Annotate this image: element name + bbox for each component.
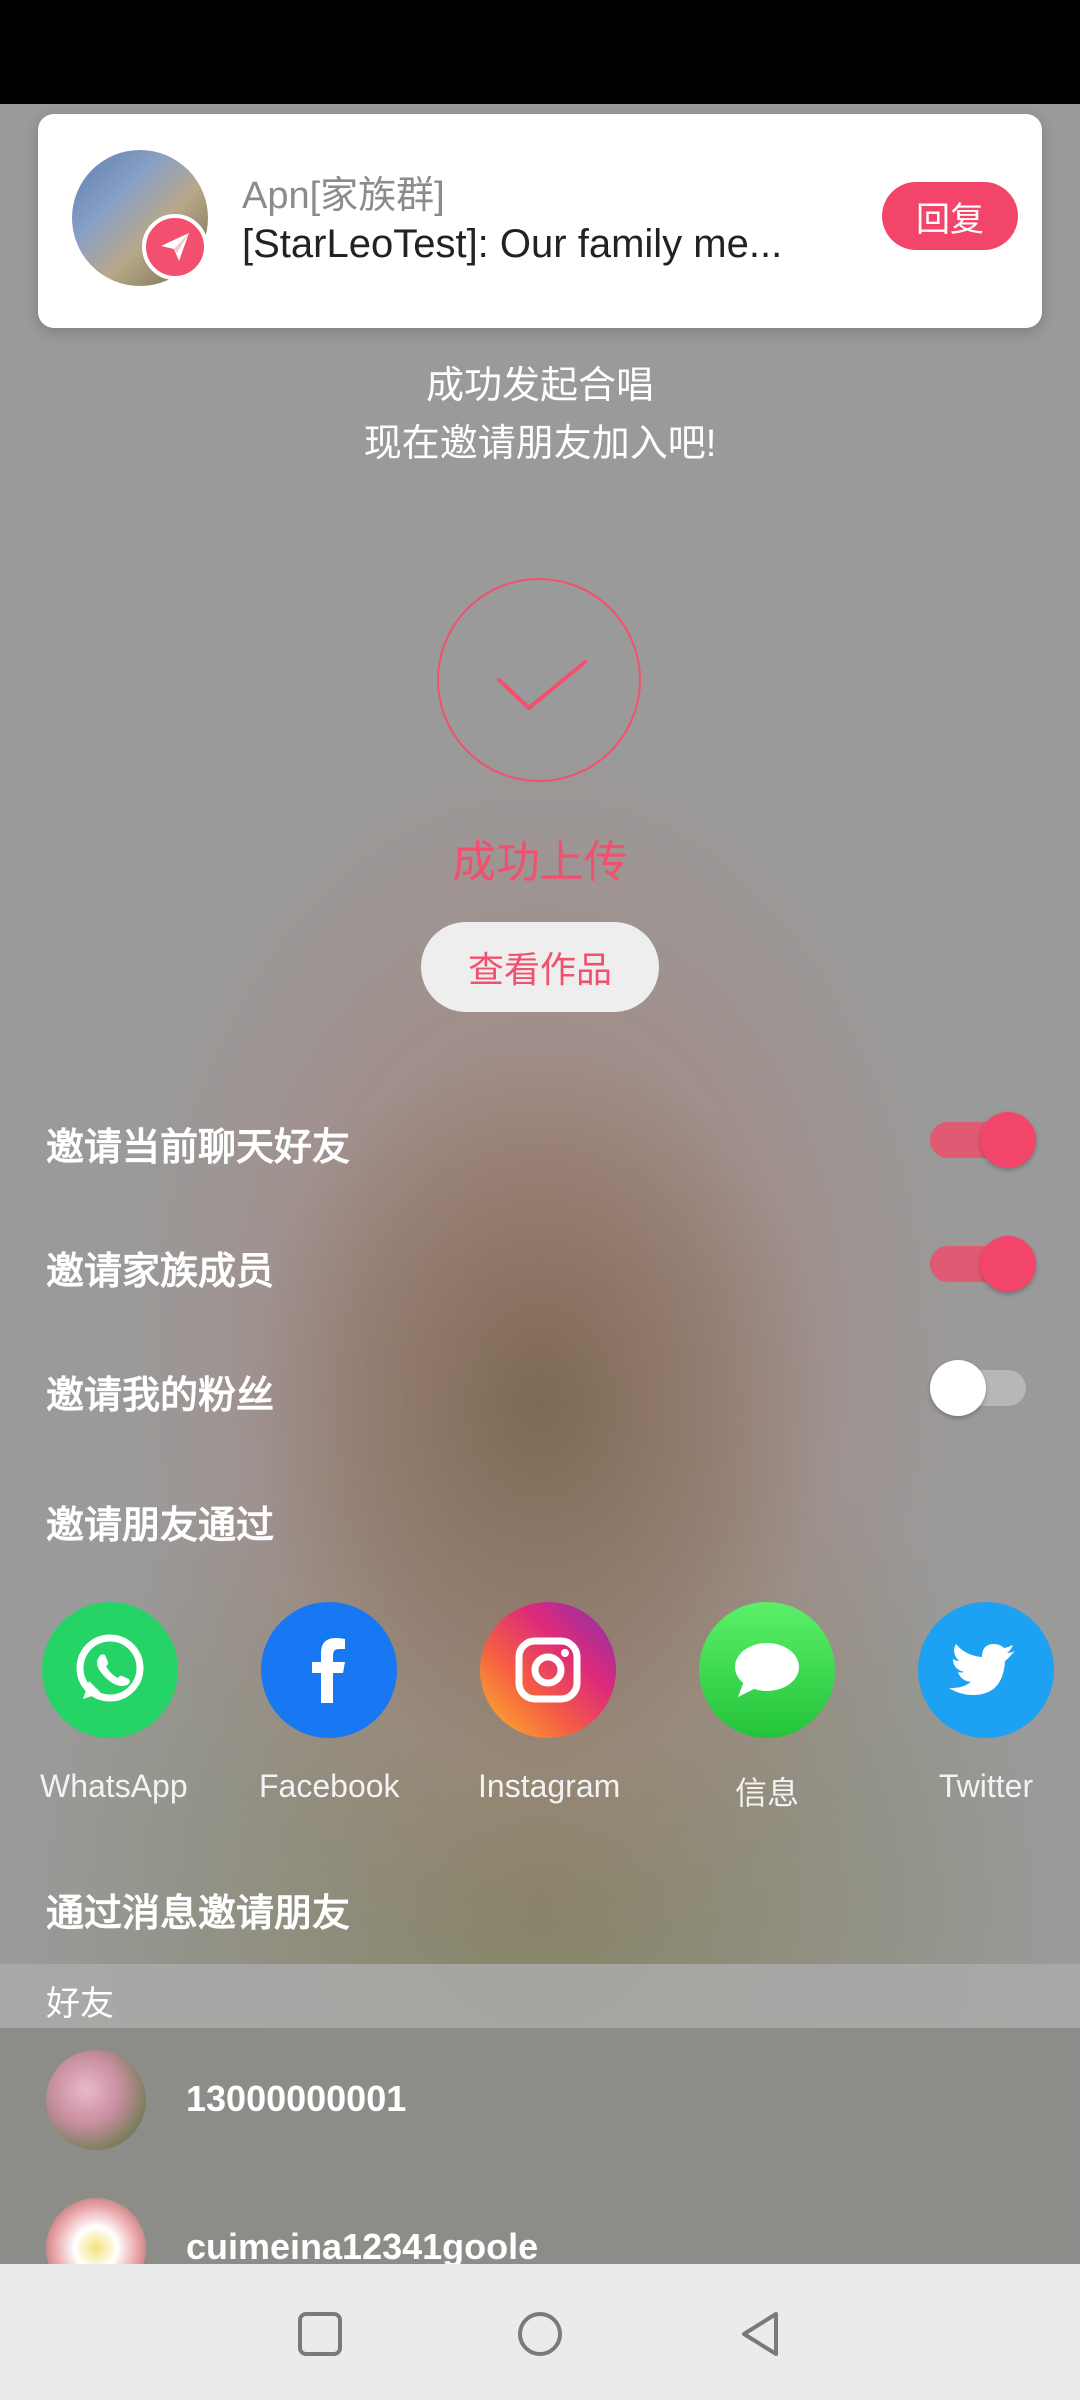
invite-via-heading: 邀请朋友通过 <box>46 1505 275 1547</box>
reply-button[interactable]: 回复 <box>882 182 1018 250</box>
recent-apps-icon[interactable] <box>290 2304 350 2364</box>
share-facebook-label: Facebook <box>259 1768 400 1804</box>
notification-title: Apn[家族群] <box>242 175 445 217</box>
list-item[interactable]: 13000000001 <box>0 2028 1080 2168</box>
invite-fans-toggle[interactable] <box>930 1360 1036 1416</box>
toggle-knob <box>930 1360 986 1416</box>
friends-list: 13000000001 cuimeina12341goole <box>0 2028 1080 2298</box>
status-bar <box>0 0 1080 104</box>
home-icon[interactable] <box>510 2304 570 2364</box>
system-navigation-bar <box>0 2264 1080 2400</box>
invite-family-label: 邀请家族成员 <box>46 1251 275 1293</box>
share-message-label: 信息 <box>734 1775 799 1811</box>
friends-section-header: 好友 <box>0 1964 1080 2028</box>
invite-chat-friends-label: 邀请当前聊天好友 <box>46 1127 351 1169</box>
share-instagram-label: Instagram <box>478 1768 621 1804</box>
share-instagram[interactable]: Instagram <box>478 1602 621 1805</box>
share-facebook[interactable]: Facebook <box>259 1602 400 1805</box>
invite-family-toggle[interactable] <box>930 1236 1036 1292</box>
subtitle-invite-friends: 现在邀请朋友加入吧! <box>363 423 717 465</box>
invite-chat-friends-toggle[interactable] <box>930 1112 1036 1168</box>
share-twitter[interactable]: Twitter <box>916 1602 1056 1805</box>
toggle-knob <box>980 1236 1036 1292</box>
whatsapp-icon <box>42 1602 178 1738</box>
invite-fans-label: 邀请我的粉丝 <box>46 1375 275 1417</box>
message-icon <box>699 1602 835 1738</box>
back-icon[interactable] <box>730 2304 790 2364</box>
send-icon <box>142 214 208 280</box>
share-whatsapp[interactable]: WhatsApp <box>40 1602 188 1805</box>
facebook-icon <box>261 1602 397 1738</box>
subtitle-chorus-started: 成功发起合唱 <box>425 365 654 407</box>
friend-name: cuimeina12341goole <box>186 2226 539 2267</box>
twitter-icon <box>918 1602 1054 1738</box>
toggle-knob <box>980 1112 1036 1168</box>
notification-banner[interactable]: Apn[家族群] [StarLeoTest]: Our family me...… <box>38 114 1042 328</box>
success-check-icon <box>437 578 641 782</box>
friends-section-label: 好友 <box>46 1985 114 2023</box>
invite-by-message-heading: 通过消息邀请朋友 <box>46 1893 351 1935</box>
view-work-button[interactable]: 查看作品 <box>421 922 659 1012</box>
share-whatsapp-label: WhatsApp <box>40 1768 188 1804</box>
share-message[interactable]: 信息 <box>697 1602 837 1814</box>
avatar <box>46 2050 146 2150</box>
share-twitter-label: Twitter <box>938 1768 1034 1804</box>
instagram-icon <box>480 1602 616 1738</box>
notification-message: [StarLeoTest]: Our family me... <box>242 222 783 266</box>
upload-success-label: 成功上传 <box>452 838 628 887</box>
friend-name: 13000000001 <box>186 2078 407 2119</box>
